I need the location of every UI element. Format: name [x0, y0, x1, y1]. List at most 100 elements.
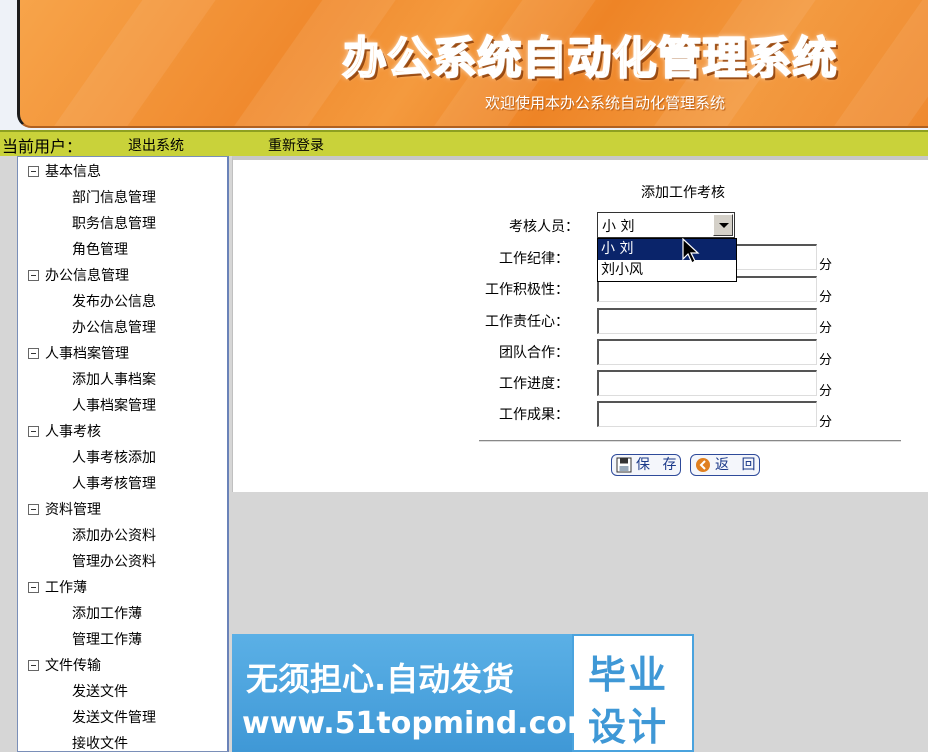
site-subtitle: 欢迎使用本办公系统自动化管理系统	[484, 94, 725, 112]
teamwork-label: 团队合作：	[499, 345, 569, 361]
collapse-icon[interactable]	[28, 660, 39, 671]
mouse-cursor-icon	[682, 238, 700, 264]
menu-group-label: 办公信息管理	[45, 268, 129, 284]
results-input[interactable]	[597, 401, 817, 427]
menu-item-label: 发送文件管理	[72, 710, 156, 726]
menu-item-label: 部门信息管理	[72, 190, 156, 206]
menu-item-position[interactable]: 职务信息管理	[18, 209, 227, 235]
menu-item-label: 角色管理	[72, 242, 128, 258]
logout-link[interactable]: 退出系统	[128, 135, 184, 155]
discipline-unit: 分	[819, 258, 833, 273]
app-window: 办公系统自动化管理系统 欢迎使用本办公系统自动化管理系统 当前用户： 退出系统 …	[0, 0, 928, 752]
banner-background: 办公系统自动化管理系统 欢迎使用本办公系统自动化管理系统	[17, 0, 928, 128]
responsibility-unit: 分	[819, 321, 833, 336]
progress-unit: 分	[819, 384, 833, 399]
collapse-icon[interactable]	[28, 426, 39, 437]
assessment-form-panel: 添加工作考核 考核人员： 小 刘 工作纪律： 分 工作积极性： 分 工作责任心：…	[232, 156, 928, 492]
collapse-icon[interactable]	[28, 270, 39, 281]
save-icon	[616, 457, 632, 473]
chevron-down-icon[interactable]	[713, 214, 733, 236]
responsibility-input[interactable]	[597, 308, 817, 334]
menu-group-materials[interactable]: 资料管理	[18, 495, 227, 521]
ad-banner: 无须担心.自动发货 www.51topmind.com 毕业 设计	[232, 634, 694, 752]
responsibility-label: 工作责任心：	[485, 314, 569, 330]
assessor-option[interactable]: 刘小风	[598, 260, 736, 281]
enthusiasm-unit: 分	[819, 290, 833, 305]
menu-item-label: 管理工作薄	[72, 632, 142, 648]
ad-left-panel: 无须担心.自动发货 www.51topmind.com	[232, 634, 598, 752]
save-button[interactable]: 保 存	[611, 454, 682, 476]
menu-item-label: 管理办公资料	[72, 554, 156, 570]
menu-group-office-info[interactable]: 办公信息管理	[18, 261, 227, 287]
menu-group-workbook[interactable]: 工作薄	[18, 573, 227, 599]
menu-group-label: 基本信息	[45, 164, 101, 180]
assessor-select[interactable]: 小 刘	[597, 212, 735, 238]
ad-right-panel: 毕业 设计	[574, 636, 692, 750]
menu-item-materials-manage[interactable]: 管理办公资料	[18, 547, 227, 573]
ad-slogan: 无须担心.自动发货	[246, 660, 515, 698]
menu-item-label: 添加工作薄	[72, 606, 142, 622]
menu-item-label: 人事考核管理	[72, 476, 156, 492]
menu-group-basic-info[interactable]: 基本信息	[18, 157, 227, 183]
menu-item-workbook-manage[interactable]: 管理工作薄	[18, 625, 227, 651]
menu-item-label: 接收文件	[72, 736, 128, 752]
teamwork-input[interactable]	[597, 339, 817, 365]
collapse-icon[interactable]	[28, 504, 39, 515]
collapse-icon[interactable]	[28, 166, 39, 177]
menu-group-label: 人事考核	[45, 424, 101, 440]
relogin-link[interactable]: 重新登录	[268, 135, 324, 155]
user-bar: 当前用户： 退出系统 重新登录	[0, 130, 928, 156]
menu-item-send-file[interactable]: 发送文件	[18, 677, 227, 703]
results-label: 工作成果：	[499, 407, 569, 423]
menu-group-personnel-assessment[interactable]: 人事考核	[18, 417, 227, 443]
menu-item-label: 发送文件	[72, 684, 128, 700]
menu-item-receive-file[interactable]: 接收文件	[18, 729, 227, 752]
enthusiasm-label: 工作积极性：	[485, 282, 569, 298]
menu-item-add-materials[interactable]: 添加办公资料	[18, 521, 227, 547]
menu-item-role[interactable]: 角色管理	[18, 235, 227, 261]
menu-item-add-workbook[interactable]: 添加工作薄	[18, 599, 227, 625]
menu-item-personnel-file-manage[interactable]: 人事档案管理	[18, 391, 227, 417]
save-button-label: 保 存	[636, 457, 681, 473]
menu-item-label: 添加人事档案	[72, 372, 156, 388]
back-button-label: 返 回	[715, 457, 760, 473]
sidebar-menu: 基本信息 部门信息管理 职务信息管理 角色管理 办公信息管理 发布办公信息 办公…	[17, 156, 229, 752]
results-unit: 分	[819, 415, 833, 430]
header-banner: 办公系统自动化管理系统 欢迎使用本办公系统自动化管理系统	[0, 0, 928, 130]
back-button[interactable]: 返 回	[690, 454, 761, 476]
back-arrow-icon	[696, 458, 710, 472]
ad-right-line2: 设计	[588, 705, 669, 749]
menu-item-assessment-manage[interactable]: 人事考核管理	[18, 469, 227, 495]
ad-url: www.51topmind.com	[242, 706, 599, 741]
assessor-label: 考核人员：	[509, 219, 579, 235]
progress-label: 工作进度：	[499, 376, 569, 392]
menu-group-file-transfer[interactable]: 文件传输	[18, 651, 227, 677]
collapse-icon[interactable]	[28, 582, 39, 593]
menu-group-personnel-files[interactable]: 人事档案管理	[18, 339, 227, 365]
menu-item-label: 人事考核添加	[72, 450, 156, 466]
menu-group-label: 工作薄	[45, 580, 87, 596]
menu-item-label: 人事档案管理	[72, 398, 156, 414]
menu-group-label: 人事档案管理	[45, 346, 129, 362]
menu-item-label: 办公信息管理	[72, 320, 156, 336]
menu-item-label: 职务信息管理	[72, 216, 156, 232]
menu-item-label: 添加办公资料	[72, 528, 156, 544]
menu-item-label: 发布办公信息	[72, 294, 156, 310]
menu-group-label: 文件传输	[45, 658, 101, 674]
discipline-label: 工作纪律：	[499, 251, 569, 267]
menu-item-office-info-manage[interactable]: 办公信息管理	[18, 313, 227, 339]
collapse-icon[interactable]	[28, 348, 39, 359]
menu-item-add-assessment[interactable]: 人事考核添加	[18, 443, 227, 469]
assessor-dropdown-list: 小 刘 刘小风	[597, 238, 737, 282]
progress-input[interactable]	[597, 370, 817, 396]
menu-item-sent-file-manage[interactable]: 发送文件管理	[18, 703, 227, 729]
menu-item-publish-office-info[interactable]: 发布办公信息	[18, 287, 227, 313]
menu-item-add-personnel-file[interactable]: 添加人事档案	[18, 365, 227, 391]
current-user-label: 当前用户：	[2, 137, 83, 156]
assessor-select-value: 小 刘	[602, 219, 635, 235]
teamwork-unit: 分	[819, 353, 833, 368]
assessor-option[interactable]: 小 刘	[598, 239, 736, 260]
form-divider	[479, 440, 901, 442]
menu-item-department[interactable]: 部门信息管理	[18, 183, 227, 209]
site-title: 办公系统自动化管理系统	[342, 32, 838, 85]
